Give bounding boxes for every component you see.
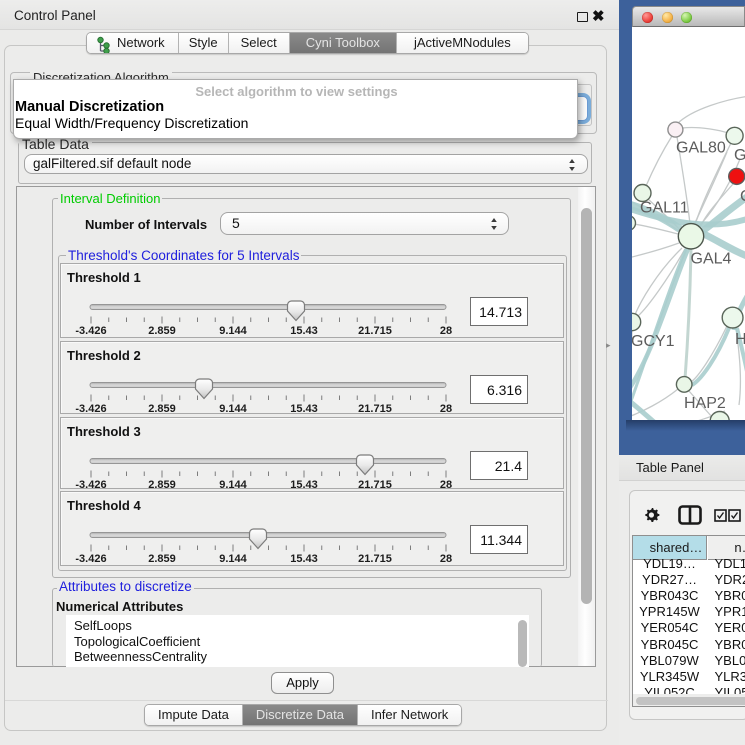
svg-text:GCY1: GCY1	[632, 333, 675, 350]
svg-text:HA: HA	[735, 331, 745, 348]
svg-text:GAL4: GAL4	[691, 251, 732, 268]
svg-text:CY: CY	[740, 188, 745, 205]
svg-text:GAL80: GAL80	[676, 140, 726, 157]
svg-text:GAL11: GAL11	[640, 200, 689, 217]
svg-text:HAP2: HAP2	[684, 395, 726, 412]
svg-text:GAL: GAL	[734, 147, 745, 164]
